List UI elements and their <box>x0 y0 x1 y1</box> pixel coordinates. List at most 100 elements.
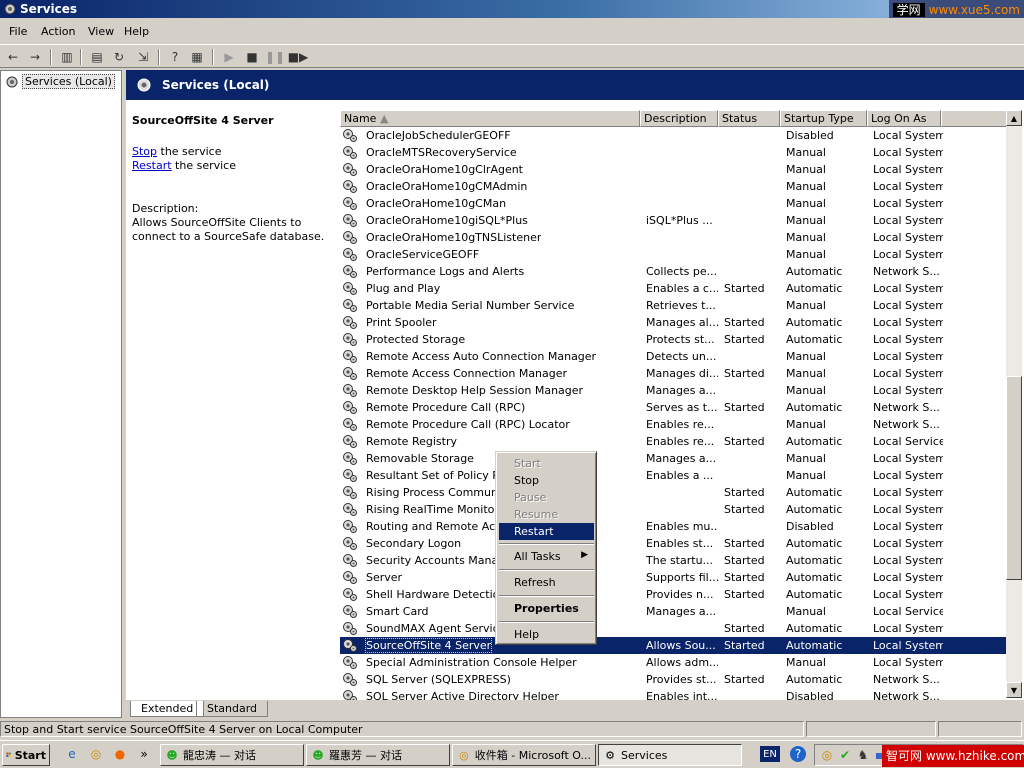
cell-description: iSQL*Plus ... <box>646 214 713 227</box>
restart-icon[interactable]: ■▶ <box>288 48 309 66</box>
menu-restart[interactable]: Restart <box>499 523 594 540</box>
firefox-icon[interactable]: ● <box>112 746 128 762</box>
menu-resume[interactable]: Resume <box>499 506 594 523</box>
service-gear-icon <box>343 571 357 584</box>
outlook-icon[interactable]: ◎ <box>88 746 104 762</box>
console-tree: Services (Local) <box>0 70 122 718</box>
scroll-up-icon[interactable]: ▲ <box>1006 110 1022 126</box>
table-row[interactable]: Shell Hardware Detection Provides n... Sta… <box>340 586 1010 603</box>
play-icon[interactable]: ▶ <box>220 48 238 66</box>
taskbar-button-chat-1[interactable]: ☻ 龍忠涛 — 对话 <box>160 744 304 766</box>
cell-log-on-as: Local Service <box>873 605 943 618</box>
ie-icon[interactable]: e <box>64 746 80 762</box>
quicklaunch-chevron[interactable]: » <box>136 746 152 762</box>
table-row[interactable]: Removable Storage Manages a... Manual Local… <box>340 450 1010 467</box>
table-row[interactable]: Secondary Logon Enables st... Started Autom… <box>340 535 1010 552</box>
table-row[interactable]: Remote Access Auto Connection Manager Det… <box>340 348 1010 365</box>
table-row[interactable]: Server Supports fil... Started Automatic Loc… <box>340 569 1010 586</box>
help-icon[interactable]: ? <box>790 746 806 762</box>
table-row[interactable]: OracleOraHome10gCMan Manual Local System <box>340 195 1010 212</box>
cell-status: Started <box>724 622 765 635</box>
tray-outlook-icon[interactable]: ◎ <box>819 747 835 763</box>
help-icon[interactable]: ? <box>166 48 184 66</box>
table-row[interactable]: Special Administration Console Helper All… <box>340 654 1010 671</box>
column-headers: Name ▲ Description Status Startup Type L… <box>340 110 1016 127</box>
table-row[interactable]: Routing and Remote Access Enables mu... Di… <box>340 518 1010 535</box>
column-header-startup-type[interactable]: Startup Type <box>780 110 867 127</box>
cell-log-on-as: Local System <box>873 146 943 159</box>
table-row[interactable]: Print Spooler Manages al... Started Automat… <box>340 314 1010 331</box>
menu-file[interactable]: File <box>9 25 27 38</box>
table-row[interactable]: Remote Access Connection Manager Manages … <box>340 365 1010 382</box>
table-row[interactable]: Performance Logs and Alerts Collects pe..… <box>340 263 1010 280</box>
menu-help[interactable]: Help <box>124 25 149 38</box>
taskbar-button-services[interactable]: ⚙ Services <box>598 744 742 766</box>
restart-link[interactable]: Restart <box>132 159 172 172</box>
menu-stop[interactable]: Stop <box>499 472 594 489</box>
table-row[interactable]: OracleOraHome10gTNSListener Manual Local S… <box>340 229 1010 246</box>
table-row[interactable]: SQL Server (SQLEXPRESS) Provides st... Sta… <box>340 671 1010 688</box>
table-row[interactable]: OracleMTSRecoveryService Manual Local Syst… <box>340 144 1010 161</box>
table-row[interactable]: Portable Media Serial Number Service Retr… <box>340 297 1010 314</box>
table-row[interactable]: Rising RealTime Monitor Started Automatic L… <box>340 501 1010 518</box>
toolbar: ← → ▥ ▤ ↻ ⇲ ? ▦ ▶ ■ ❚❚ ■▶ <box>0 44 1024 68</box>
taskbar-button-chat-2[interactable]: ☻ 羅惠芳 — 对话 <box>306 744 450 766</box>
table-row[interactable]: Rising Process Communicatio Started Automa… <box>340 484 1010 501</box>
show-hide-tree-icon[interactable]: ▥ <box>58 48 76 66</box>
forward-icon[interactable]: → <box>26 48 44 66</box>
menu-start[interactable]: Start <box>499 455 594 472</box>
menu-pause[interactable]: Pause <box>499 489 594 506</box>
tray-check-icon[interactable]: ✔ <box>837 747 853 763</box>
cell-status: Started <box>724 282 765 295</box>
table-row[interactable]: SourceOffSite 4 Server Allows Sou... Start… <box>340 637 1010 654</box>
scroll-down-icon[interactable]: ▼ <box>1006 682 1022 698</box>
stop-icon[interactable]: ■ <box>243 48 261 66</box>
table-row[interactable]: Plug and Play Enables a c... Started Automa… <box>340 280 1010 297</box>
menu-action[interactable]: Action <box>41 25 75 38</box>
table-row[interactable]: Remote Desktop Help Session Manager Manag… <box>340 382 1010 399</box>
table-row[interactable]: Security Accounts Manager The startu... St… <box>340 552 1010 569</box>
table-row[interactable]: OracleJobSchedulerGEOFF Disabled Local Sys… <box>340 127 1010 144</box>
menu-refresh[interactable]: Refresh <box>499 574 594 591</box>
properties-icon[interactable]: ▤ <box>88 48 106 66</box>
table-row[interactable]: SQL Server Active Directory Helper Enable… <box>340 688 1010 700</box>
column-header-log-on-as[interactable]: Log On As <box>867 110 941 127</box>
table-row[interactable]: OracleOraHome10giSQL*Plus iSQL*Plus ... Ma… <box>340 212 1010 229</box>
tree-node-services-local[interactable]: Services (Local) <box>5 74 115 89</box>
cell-name: Performance Logs and Alerts <box>366 265 525 278</box>
vertical-scrollbar[interactable]: ▲ ▼ <box>1006 110 1022 698</box>
service-gear-icon <box>343 554 357 567</box>
tab-standard[interactable]: Standard <box>196 701 269 717</box>
table-row[interactable]: SoundMAX Agent Service Started Automatic Lo… <box>340 620 1010 637</box>
table-row[interactable]: Resultant Set of Policy Prov Enables a ..… <box>340 467 1010 484</box>
menu-properties[interactable]: Properties <box>499 600 594 617</box>
tab-extended[interactable]: Extended <box>130 701 205 717</box>
refresh-icon[interactable]: ↻ <box>110 48 128 66</box>
view-icon[interactable]: ▦ <box>188 48 206 66</box>
back-icon[interactable]: ← <box>4 48 22 66</box>
export-list-icon[interactable]: ⇲ <box>134 48 152 66</box>
table-row[interactable]: Remote Procedure Call (RPC) Locator Enabl… <box>340 416 1010 433</box>
tray-qq-icon[interactable]: ♞ <box>855 747 871 763</box>
column-header-name[interactable]: Name ▲ <box>340 110 640 127</box>
column-header-description[interactable]: Description <box>640 110 718 127</box>
column-header-status[interactable]: Status <box>718 110 780 127</box>
menu-all-tasks[interactable]: All Tasks ▶ <box>499 548 594 565</box>
table-row[interactable]: OracleOraHome10gCMAdmin Manual Local Syste… <box>340 178 1010 195</box>
table-row[interactable]: OracleServiceGEOFF Manual Local System <box>340 246 1010 263</box>
start-button[interactable]: Start <box>2 744 50 766</box>
table-row[interactable]: Smart Card Manages a... Manual Local Servic… <box>340 603 1010 620</box>
scroll-thumb[interactable] <box>1006 376 1022 580</box>
cell-status: Started <box>724 571 765 584</box>
stop-link[interactable]: Stop <box>132 145 157 158</box>
menu-help-item[interactable]: Help <box>499 626 594 643</box>
menu-view[interactable]: View <box>88 25 114 38</box>
cell-log-on-as: Local System <box>873 214 943 227</box>
table-row[interactable]: Remote Registry Enables re... Started Autom… <box>340 433 1010 450</box>
pause-icon[interactable]: ❚❚ <box>265 48 285 66</box>
language-indicator[interactable]: EN <box>760 746 780 762</box>
table-row[interactable]: OracleOraHome10gClrAgent Manual Local Syst… <box>340 161 1010 178</box>
taskbar-button-outlook[interactable]: ◎ 收件箱 - Microsoft O... <box>452 744 596 766</box>
table-row[interactable]: Protected Storage Protects st... Started Au… <box>340 331 1010 348</box>
table-row[interactable]: Remote Procedure Call (RPC) Serves as t..… <box>340 399 1010 416</box>
